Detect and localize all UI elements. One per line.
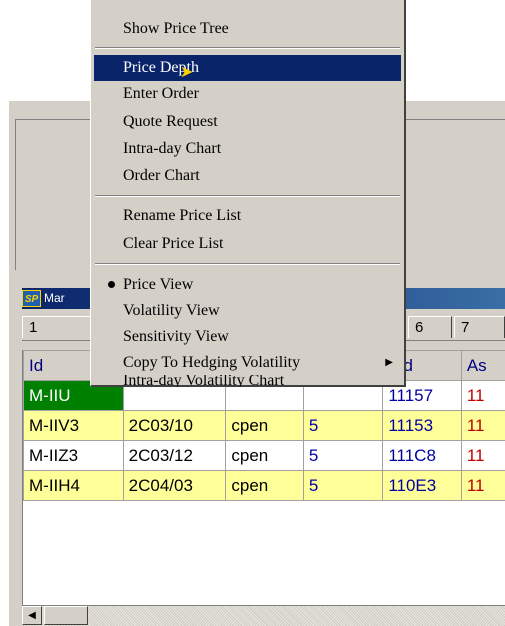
menu-item-show-price-tree[interactable]: Show Price Tree (94, 16, 401, 42)
cell-status[interactable]: cpen (226, 471, 303, 501)
cell-id[interactable]: M-IIH4 (24, 471, 124, 501)
menu-item-copy-to-hedging-volatility[interactable]: Copy To Hedging Volatility ▶ (94, 350, 401, 376)
menu-item-sensitivity-view[interactable]: Sensitivity View (94, 324, 401, 350)
menu-item-volatility-view[interactable]: Volatility View (94, 298, 401, 324)
cell-bid[interactable]: 110E3 (383, 471, 462, 501)
menu-item-rename-price-list[interactable]: Rename Price List (94, 203, 401, 229)
cell-ask[interactable]: 11 (461, 471, 505, 501)
menu-item-price-view-label: Price View (123, 276, 193, 293)
tab-6[interactable]: 6 (408, 316, 452, 338)
sp-app-icon: SP (22, 290, 41, 307)
column-header-ask[interactable]: As (461, 351, 505, 381)
menu-item-enter-order[interactable]: Enter Order (94, 81, 401, 107)
menu-item-price-view[interactable]: Price View (94, 272, 401, 298)
scrollbar-thumb[interactable] (44, 606, 88, 625)
menu-item-quote-request[interactable]: Quote Request (94, 109, 401, 135)
submenu-arrow-icon: ▶ (385, 350, 393, 376)
tab-7[interactable]: 7 (454, 316, 505, 338)
horizontal-scrollbar[interactable]: ◀ (22, 605, 505, 626)
price-list-grid: Id Bid As M-IIU 11157 11 M-IIV3 2C03/10 … (22, 350, 505, 605)
menu-item-clear-price-list[interactable]: Clear Price List (94, 231, 401, 257)
radio-bullet-icon (108, 281, 115, 288)
menu-separator (95, 263, 400, 265)
cell-bid[interactable]: 11153 (383, 411, 462, 441)
cell-expiry[interactable]: 2C04/03 (123, 471, 226, 501)
context-menu: Show Price Tree Price Depth ➤ Enter Orde… (90, 0, 406, 387)
menu-item-intraday-volatility-chart[interactable]: Intra-day Volatility Chart (94, 375, 401, 387)
tab-1[interactable]: 1 (22, 316, 92, 338)
scroll-left-icon[interactable]: ◀ (22, 606, 42, 625)
cell-expiry[interactable]: 2C03/10 (123, 411, 226, 441)
cell-bid[interactable]: 111C8 (383, 441, 462, 471)
window-title: Mar (44, 288, 65, 309)
cell-ask[interactable]: 11 (461, 411, 505, 441)
menu-separator (95, 195, 400, 197)
table-row[interactable]: M-IIV3 2C03/10 cpen 5 11153 11 (24, 411, 505, 441)
table-row[interactable]: M-IIH4 2C04/03 cpen 5 110E3 11 (24, 471, 505, 501)
menu-item-price-depth[interactable]: Price Depth ➤ (94, 55, 401, 81)
menu-item-order-chart[interactable]: Order Chart (94, 163, 401, 189)
menu-item-copy-to-hedging-label: Copy To Hedging Volatility (123, 354, 300, 371)
cell-qty[interactable]: 5 (303, 471, 382, 501)
cell-ask[interactable]: 11 (461, 381, 505, 411)
cell-id[interactable]: M-IIZ3 (24, 441, 124, 471)
cell-qty[interactable]: 5 (303, 411, 382, 441)
cell-status[interactable]: cpen (226, 441, 303, 471)
menu-separator (95, 47, 400, 49)
table-row[interactable]: M-IIZ3 2C03/12 cpen 5 111C8 11 (24, 441, 505, 471)
cell-status[interactable]: cpen (226, 411, 303, 441)
menu-item-intraday-chart[interactable]: Intra-day Chart (94, 136, 401, 162)
cell-expiry[interactable]: 2C03/12 (123, 441, 226, 471)
cell-qty[interactable]: 5 (303, 441, 382, 471)
cell-ask[interactable]: 11 (461, 441, 505, 471)
cell-id[interactable]: M-IIV3 (24, 411, 124, 441)
